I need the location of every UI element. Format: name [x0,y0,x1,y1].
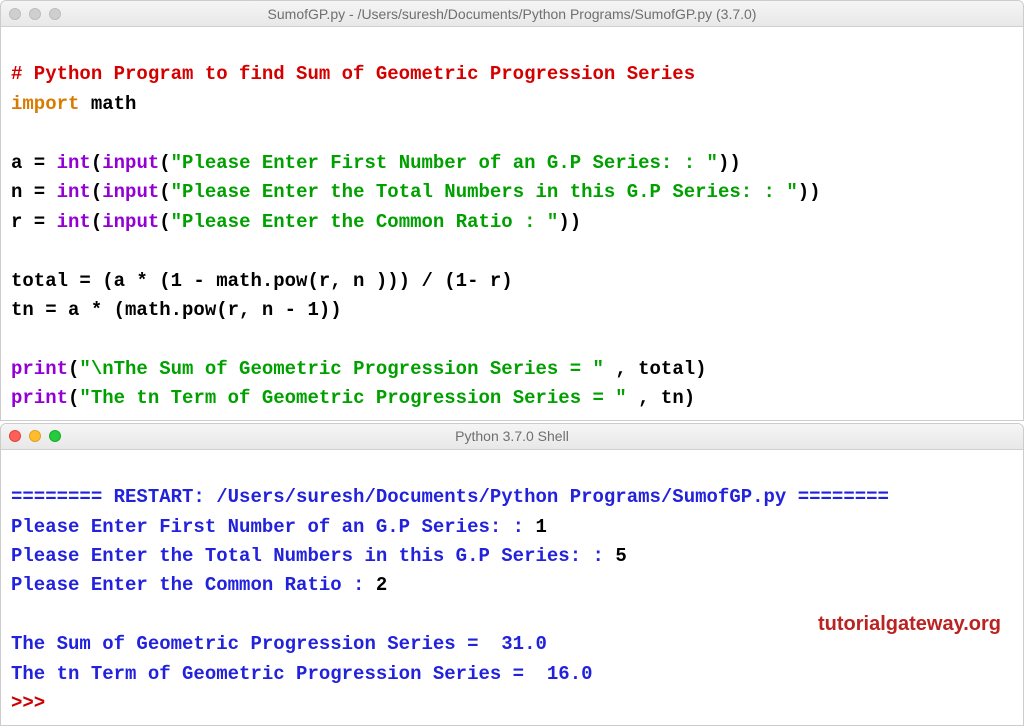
editor-title: SumofGP.py - /Users/suresh/Documents/Pyt… [1,6,1023,22]
code-text: ( [91,181,102,203]
code-builtin: int [57,211,91,233]
code-keyword: import [11,93,79,115]
window-controls [9,430,61,442]
code-text: tn = a * (math.pow(r, n - 1)) [11,299,342,321]
code-string: "The tn Term of Geometric Progression Se… [79,387,638,409]
code-text: math [79,93,136,115]
window-controls [9,8,61,20]
code-text: a = [11,152,57,174]
editor-titlebar[interactable]: SumofGP.py - /Users/suresh/Documents/Pyt… [1,1,1023,27]
code-builtin: print [11,358,68,380]
code-string: "Please Enter the Total Numbers in this … [171,181,798,203]
code-builtin: input [102,211,159,233]
editor-window: SumofGP.py - /Users/suresh/Documents/Pyt… [0,0,1024,421]
code-text: , tn) [638,387,695,409]
code-builtin: input [102,152,159,174]
code-text: )) [798,181,821,203]
code-string: "Please Enter First Number of an G.P Ser… [171,152,718,174]
shell-prompt: >>> [11,692,57,714]
code-text: ( [159,152,170,174]
code-text: )) [718,152,741,174]
code-string: "\nThe Sum of Geometric Progression Seri… [79,358,615,380]
code-text: ( [159,181,170,203]
output-input: 2 [376,574,387,596]
code-text: ( [159,211,170,233]
code-builtin: int [57,152,91,174]
shell-output[interactable]: ======== RESTART: /Users/suresh/Document… [1,450,1023,725]
code-builtin: int [57,181,91,203]
shell-window: Python 3.7.0 Shell ======== RESTART: /Us… [0,423,1024,726]
output-prompt: Please Enter the Common Ratio : [11,574,376,596]
minimize-icon[interactable] [29,430,41,442]
code-string: "Please Enter the Common Ratio : " [171,211,559,233]
maximize-icon[interactable] [49,430,61,442]
code-text: )) [558,211,581,233]
code-text: , total) [615,358,706,380]
output-prompt: Please Enter First Number of an G.P Seri… [11,516,536,538]
code-text: n = [11,181,57,203]
code-builtin: print [11,387,68,409]
code-text: ( [68,358,79,380]
output-input: 5 [615,545,626,567]
code-text: total = (a * (1 - math.pow(r, n ))) / (1… [11,270,513,292]
output-line: ======== RESTART: /Users/suresh/Document… [11,486,889,508]
code-comment: # Python Program to find Sum of Geometri… [11,63,695,85]
close-icon[interactable] [9,430,21,442]
output-line: The tn Term of Geometric Progression Ser… [11,663,593,685]
shell-title: Python 3.7.0 Shell [1,428,1023,444]
code-text: r = [11,211,57,233]
maximize-icon[interactable] [49,8,61,20]
close-icon[interactable] [9,8,21,20]
code-text: ( [68,387,79,409]
minimize-icon[interactable] [29,8,41,20]
code-editor[interactable]: # Python Program to find Sum of Geometri… [1,27,1023,420]
code-builtin: input [102,181,159,203]
output-prompt: Please Enter the Total Numbers in this G… [11,545,615,567]
output-input: 1 [536,516,547,538]
code-text: ( [91,152,102,174]
code-text: ( [91,211,102,233]
watermark: tutorialgateway.org [818,613,1001,636]
output-line: The Sum of Geometric Progression Series … [11,633,547,655]
shell-titlebar[interactable]: Python 3.7.0 Shell [1,424,1023,450]
